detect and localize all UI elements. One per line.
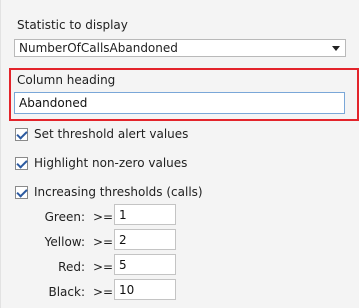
increasing-thresholds-label: Increasing thresholds (calls) xyxy=(34,185,203,199)
threshold-field[interactable] xyxy=(114,229,176,250)
highlight-nonzero-label: Highlight non-zero values xyxy=(34,156,188,170)
red-threshold-input[interactable] xyxy=(115,255,175,274)
yellow-threshold-input[interactable] xyxy=(115,230,175,249)
threshold-label: Black: xyxy=(48,285,85,299)
threshold-operator: >= xyxy=(93,210,114,224)
statistic-settings-panel: Statistic to display NumberOfCallsAbando… xyxy=(0,0,359,308)
threshold-label: Yellow: xyxy=(44,235,85,249)
column-heading-field[interactable] xyxy=(14,92,345,114)
statistic-selected-value: NumberOfCallsAbandoned xyxy=(19,41,178,55)
threshold-operator: >= xyxy=(93,285,114,299)
threshold-field[interactable] xyxy=(114,279,176,300)
threshold-operator: >= xyxy=(93,235,114,249)
column-heading-label: Column heading xyxy=(17,73,116,87)
statistic-label: Statistic to display xyxy=(17,18,128,32)
highlight-nonzero-checkbox[interactable] xyxy=(15,157,28,170)
threshold-label: Red: xyxy=(58,260,85,274)
column-heading-input[interactable] xyxy=(15,93,344,113)
threshold-field[interactable] xyxy=(114,254,176,275)
threshold-field[interactable] xyxy=(114,204,176,225)
set-threshold-label: Set threshold alert values xyxy=(34,127,189,141)
increasing-thresholds-checkbox[interactable] xyxy=(15,186,28,199)
threshold-operator: >= xyxy=(93,260,114,274)
chevron-down-icon[interactable] xyxy=(332,46,340,51)
threshold-label: Green: xyxy=(44,210,85,224)
green-threshold-input[interactable] xyxy=(115,205,175,224)
black-threshold-input[interactable] xyxy=(115,280,175,299)
set-threshold-checkbox[interactable] xyxy=(15,128,28,141)
statistic-dropdown[interactable]: NumberOfCallsAbandoned xyxy=(14,39,346,57)
